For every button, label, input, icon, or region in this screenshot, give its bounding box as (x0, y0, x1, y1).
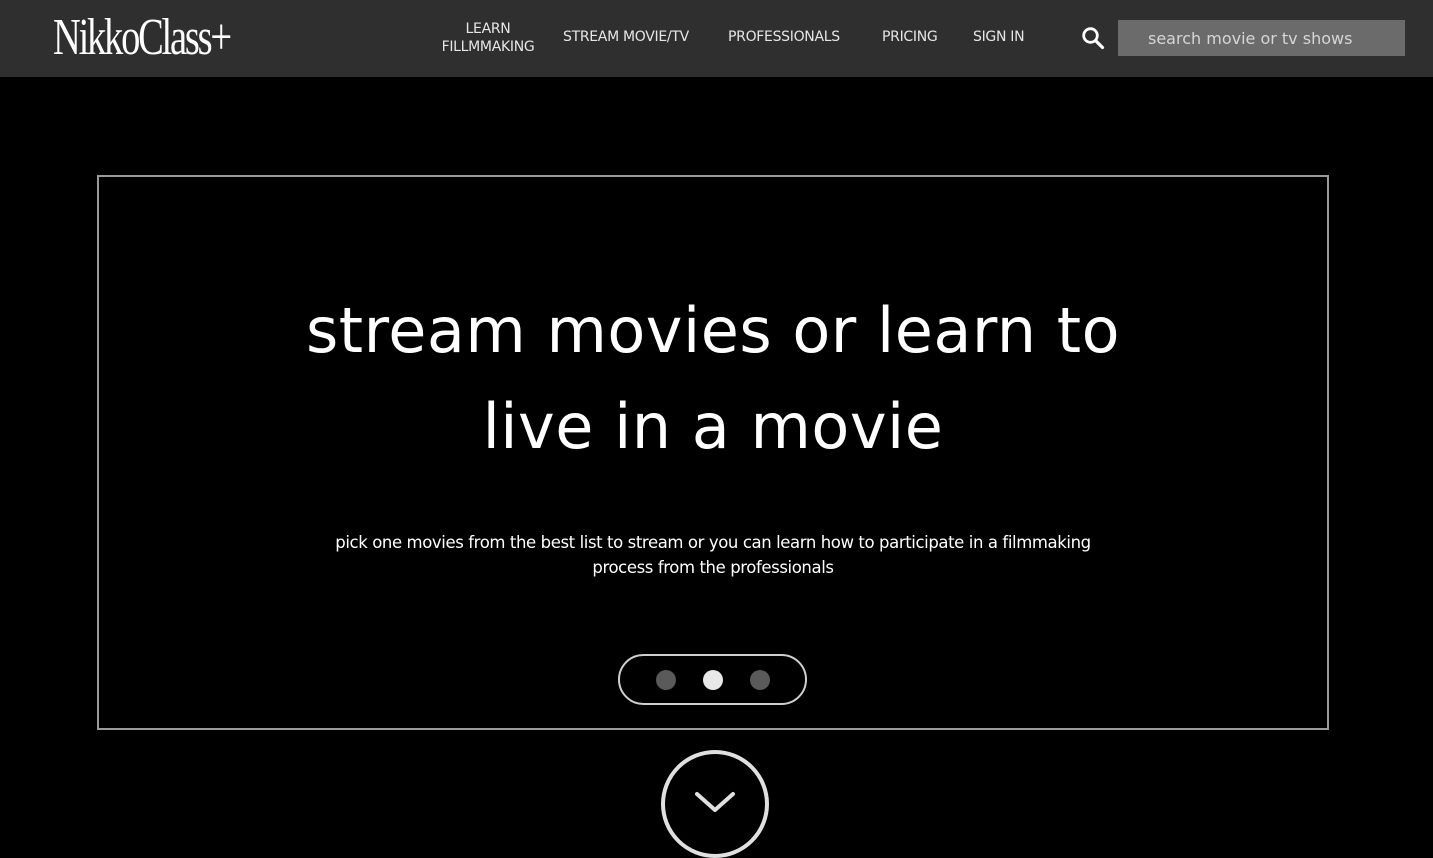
hero-title-line2: live in a movie (482, 390, 944, 463)
nav-professionals[interactable]: PROFESSIONALS (728, 29, 840, 45)
carousel-dot[interactable] (702, 669, 723, 690)
hero-title-line1: stream movies or learn to (305, 294, 1121, 367)
hero-subtitle-line1: pick one movies from the best list to st… (335, 533, 1091, 552)
chevron-down-icon (695, 792, 735, 812)
nav-pricing[interactable]: PRICING (882, 29, 938, 45)
search-input[interactable] (1118, 20, 1405, 56)
nav-learn-filmmaking-line1: LEARN (465, 21, 511, 37)
hero-subtitle: pick one movies from the best list to st… (99, 530, 1327, 580)
hero-carousel: stream movies or learn to live in a movi… (97, 175, 1329, 730)
nav-stream-movie-tv[interactable]: STREAM MOVIE/TV (563, 29, 689, 45)
top-navigation-bar: NikkoClass+ LEARN FILLMMAKING STREAM MOV… (0, 0, 1433, 77)
carousel-indicators (618, 654, 807, 705)
hero-subtitle-line2: process from the professionals (592, 558, 834, 577)
search-icon[interactable] (1081, 26, 1105, 50)
site-logo[interactable]: NikkoClass+ (53, 5, 232, 71)
carousel-dot[interactable] (749, 669, 770, 690)
hero-title: stream movies or learn to live in a movi… (99, 283, 1327, 475)
scroll-down-button[interactable] (661, 750, 769, 858)
nav-learn-filmmaking-line2: FILLMMAKING (441, 39, 535, 55)
carousel-dot[interactable] (655, 669, 676, 690)
nav-learn-filmmaking[interactable]: LEARN FILLMMAKING (436, 20, 540, 56)
nav-sign-in[interactable]: SIGN IN (973, 29, 1025, 45)
